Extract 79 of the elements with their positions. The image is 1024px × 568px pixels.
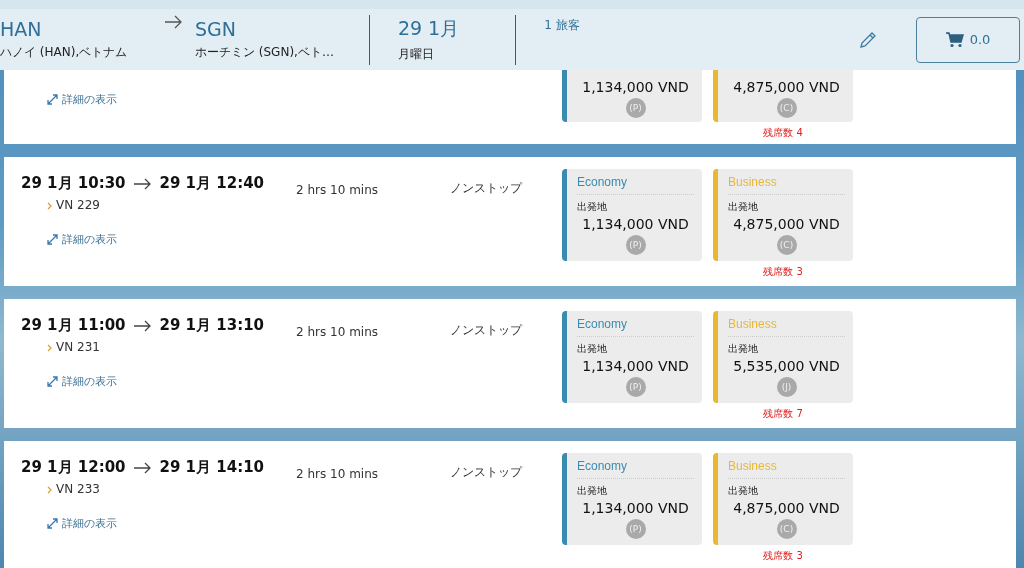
- origin-label: 出発地: [577, 342, 608, 356]
- cabin-name: Economy: [577, 317, 694, 337]
- chevron-icon: [47, 200, 53, 212]
- expand-icon: [47, 94, 58, 105]
- fare-price: 1,134,000 VND: [581, 500, 690, 516]
- weekday: 月曜日: [397, 46, 435, 63]
- flight-duration: 2 hrs 10 mins: [296, 183, 380, 199]
- flight-duration: 2 hrs 10 mins: [296, 467, 380, 483]
- arrow-icon: [165, 15, 183, 29]
- stops-label: ノンストップ: [450, 322, 524, 339]
- fare-class-badge: (C): [776, 98, 797, 118]
- fare-card[interactable]: Economy 出発地 1,134,000 VND (P): [562, 311, 702, 403]
- fare-price: 1,134,000 VND: [581, 358, 690, 374]
- seats-left: 残席数 4: [763, 126, 803, 140]
- expand-icon: [47, 234, 58, 245]
- details-link[interactable]: 詳細の表示: [47, 232, 296, 247]
- fare-price: 4,875,000 VND: [732, 79, 841, 95]
- seats-left: 残席数 7: [763, 407, 803, 421]
- fare-class-badge: (P): [625, 377, 646, 397]
- origin-name: ハノイ (HAN),ベトナム: [0, 44, 129, 61]
- cabin-name: Business: [728, 317, 845, 337]
- cart-icon: [945, 31, 964, 48]
- details-link[interactable]: 詳細の表示: [47, 92, 296, 107]
- fare-card[interactable]: Business 出発地 5,535,000 VND (J): [713, 311, 853, 403]
- departure-time: 29 1月 10:30: [21, 174, 126, 193]
- date: 29 1月: [397, 16, 460, 41]
- cabin-name: Business: [728, 175, 845, 195]
- arrow-icon: [133, 319, 152, 332]
- cabin-name: Business: [728, 459, 845, 479]
- origin-code: HAN: [0, 18, 43, 40]
- expand-icon: [47, 518, 58, 529]
- origin-label: 出発地: [577, 200, 608, 214]
- stops-label: ノンストップ: [450, 180, 524, 197]
- arrow-icon: [133, 461, 152, 474]
- fare-class-badge: (P): [625, 98, 646, 118]
- details-link[interactable]: 詳細の表示: [47, 516, 296, 531]
- departure-time: 29 1月 11:00: [21, 316, 126, 335]
- fare-card[interactable]: 1,134,000 VND (P): [562, 70, 702, 122]
- destination-name: ホーチミン (SGN),ベト…: [195, 44, 334, 61]
- fare-price: 4,875,000 VND: [732, 500, 841, 516]
- fare-price: 1,134,000 VND: [581, 216, 690, 232]
- cart-button[interactable]: 0.0: [916, 16, 1020, 63]
- arrow-icon: [133, 177, 152, 190]
- fare-card[interactable]: Business 出発地 4,875,000 VND (C): [713, 169, 853, 261]
- departure-time: 29 1月 12:00: [21, 458, 126, 477]
- expand-icon: [47, 376, 58, 387]
- cabin-name: Economy: [577, 459, 694, 479]
- flight-number: VN 231: [56, 340, 100, 354]
- fare-card[interactable]: 4,875,000 VND (C): [713, 70, 853, 122]
- fare-price: 5,535,000 VND: [732, 358, 841, 374]
- origin-label: 出発地: [577, 484, 608, 498]
- chevron-icon: [47, 342, 53, 354]
- stops-label: ノンストップ: [450, 464, 524, 481]
- passenger-count: 1 旅客: [544, 17, 580, 34]
- fare-card[interactable]: Business 出発地 4,875,000 VND (C): [713, 453, 853, 545]
- cabin-name: Economy: [577, 175, 694, 195]
- origin-label: 出発地: [728, 342, 759, 356]
- flight-number: VN 229: [56, 198, 100, 212]
- fare-card[interactable]: Economy 出発地 1,134,000 VND (P): [562, 453, 702, 545]
- seats-left: 残席数 3: [763, 265, 803, 279]
- origin-label: 出発地: [728, 484, 759, 498]
- arrival-time: 29 1月 14:10: [159, 458, 265, 477]
- fare-price: 1,134,000 VND: [581, 79, 690, 95]
- arrival-time: 29 1月 13:10: [159, 316, 265, 335]
- fare-card[interactable]: Economy 出発地 1,134,000 VND (P): [562, 169, 702, 261]
- details-link[interactable]: 詳細の表示: [47, 374, 296, 389]
- chevron-icon: [47, 484, 53, 496]
- fare-price: 4,875,000 VND: [732, 216, 841, 232]
- fare-class-badge: (C): [776, 235, 797, 255]
- origin-label: 出発地: [728, 200, 759, 214]
- fare-class-badge: (P): [625, 519, 646, 539]
- flight-number: VN 233: [56, 482, 100, 496]
- flight-duration: 2 hrs 10 mins: [296, 325, 380, 341]
- fare-class-badge: (P): [625, 235, 646, 255]
- arrival-time: 29 1月 12:40: [159, 174, 265, 193]
- fare-class-badge: (J): [776, 377, 797, 397]
- seats-left: 残席数 3: [763, 549, 803, 563]
- destination-code: SGN: [195, 18, 237, 40]
- fare-class-badge: (C): [776, 519, 797, 539]
